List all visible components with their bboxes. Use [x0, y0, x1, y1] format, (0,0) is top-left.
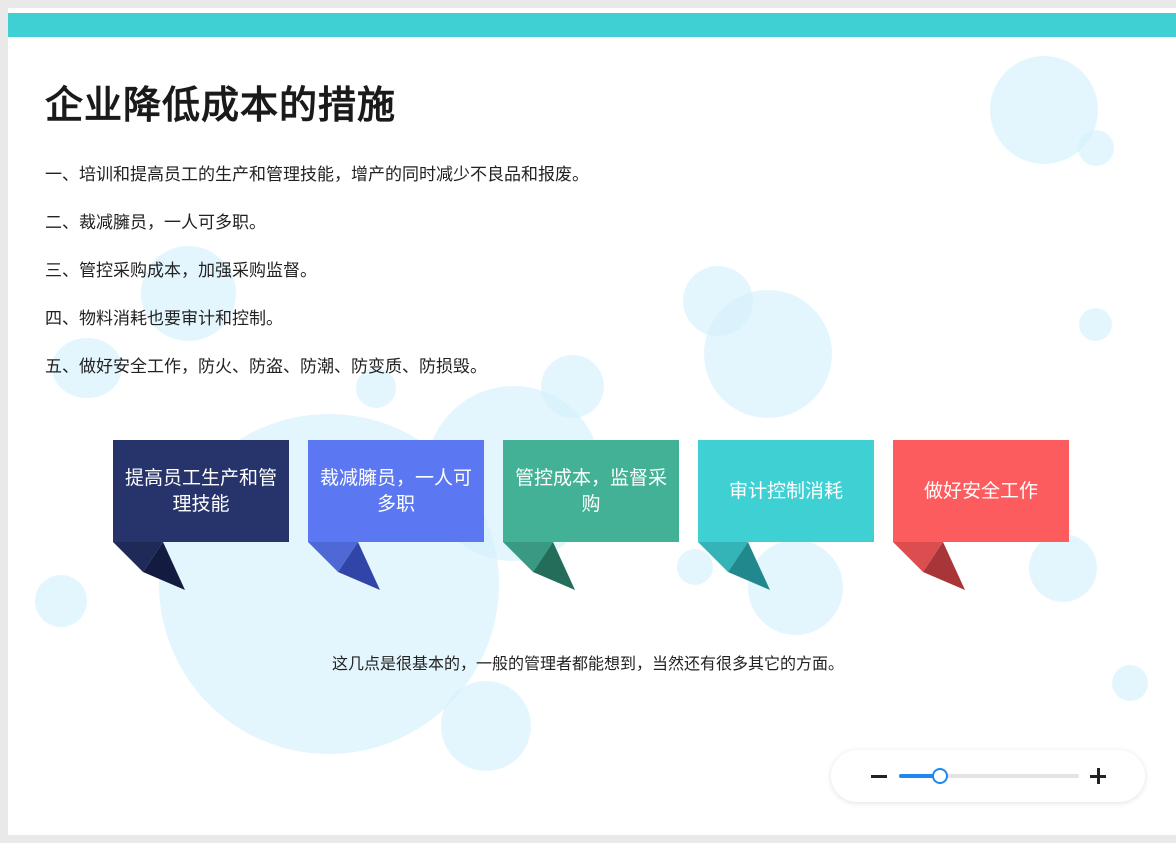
banner-card-label: 提高员工生产和管理技能 [113, 440, 289, 542]
slide-title: 企业降低成本的措施 [45, 83, 397, 127]
banner-card-label: 管控成本，监督采购 [503, 440, 679, 542]
banner-fold-icon [308, 542, 380, 590]
cost-reduction-points: 一、培训和提高员工的生产和管理技能，增产的同时减少不良品和报废。 二、裁减臃员，… [45, 164, 589, 404]
point-item: 四、物料消耗也要审计和控制。 [45, 309, 283, 329]
minus-icon[interactable] [871, 775, 887, 778]
banner-fold-icon [698, 542, 770, 590]
zoom-slider-handle[interactable] [932, 768, 949, 784]
point-item: 五、做好安全工作，防火、防盗、防潮、防变质、防损毁。 [45, 357, 487, 377]
banner-card-label: 裁减臃员，一人可多职 [308, 440, 484, 542]
banner-card: 裁减臃员，一人可多职 [308, 440, 484, 590]
decor-bubble [35, 575, 87, 627]
decor-bubble [1078, 130, 1114, 166]
zoom-control [831, 750, 1145, 802]
point-item: 一、培训和提高员工的生产和管理技能，增产的同时减少不良品和报废。 [45, 165, 589, 185]
banner-fold-icon [113, 542, 185, 590]
decor-bubble [704, 290, 832, 418]
banner-card: 管控成本，监督采购 [503, 440, 679, 590]
slide-top-accent-bar [8, 13, 1176, 37]
slide: 企业降低成本的措施 一、培训和提高员工的生产和管理技能，增产的同时减少不良品和报… [8, 8, 1176, 835]
point-item: 三、管控采购成本，加强采购监督。 [45, 261, 317, 281]
decor-bubble [441, 681, 531, 771]
zoom-slider[interactable] [899, 768, 1079, 784]
banner-card-label: 审计控制消耗 [698, 440, 874, 542]
point-item: 二、裁减臃员，一人可多职。 [45, 213, 266, 233]
banner-card: 审计控制消耗 [698, 440, 874, 590]
banner-card-label: 做好安全工作 [893, 440, 1069, 542]
slide-footnote: 这几点是很基本的，一般的管理者都能想到，当然还有很多其它的方面。 [331, 654, 844, 673]
decor-bubble [1029, 534, 1097, 602]
banner-fold-icon [893, 542, 965, 590]
decor-bubble [1079, 308, 1112, 341]
banner-card: 提高员工生产和管理技能 [113, 440, 289, 590]
plus-icon[interactable] [1090, 768, 1106, 784]
banner-fold-icon [503, 542, 575, 590]
banner-card: 做好安全工作 [893, 440, 1069, 590]
